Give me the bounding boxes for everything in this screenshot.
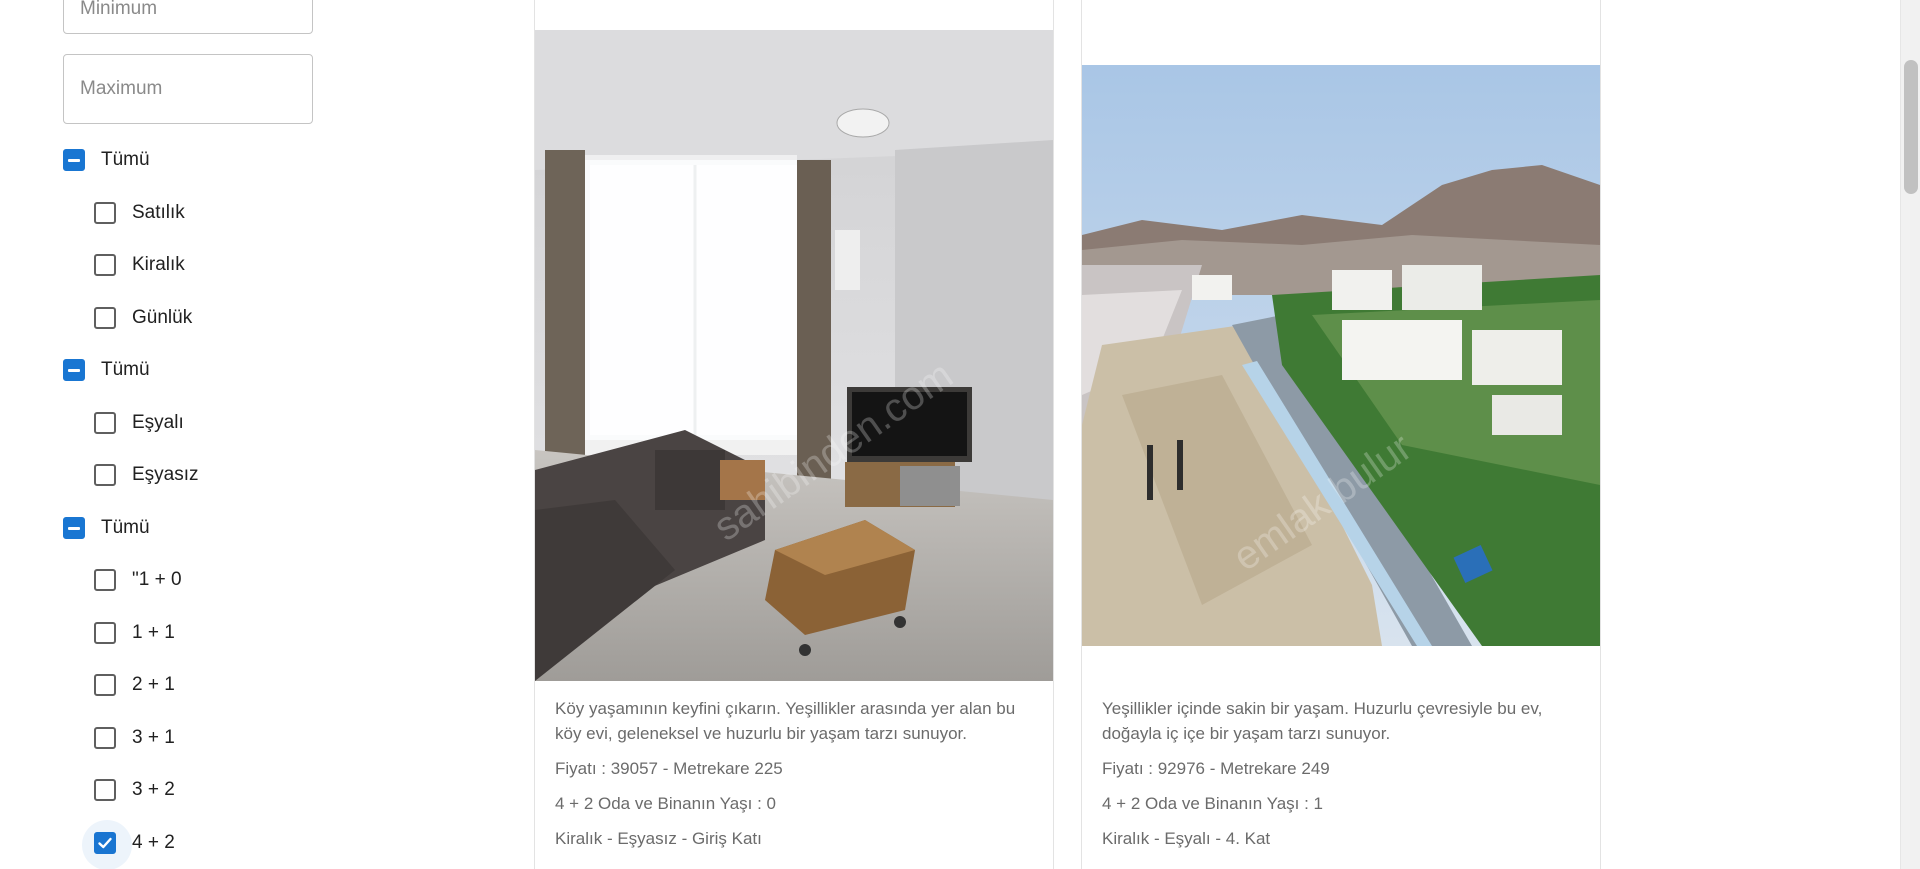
checkbox-label: 4 + 2 [132,832,175,853]
indeterminate-checkbox-icon [63,149,85,171]
rooms-all-checkbox[interactable]: Tümü [63,508,150,548]
checkbox-kiralik[interactable]: Kiralık [94,245,185,285]
checkbox-icon [94,622,116,644]
listing-rooms-age: 4 + 2 Oda ve Binanın Yaşı : 1 [1102,794,1323,813]
scrollbar-thumb[interactable] [1904,60,1918,194]
listing-photo[interactable]: emlak bulur [1082,65,1600,646]
checkbox-icon [94,307,116,329]
listing-description: Yeşillikler içinde sakin bir yaşam. Huzu… [1102,699,1543,743]
checkbox-label: Tümü [101,359,150,380]
checkbox-icon [94,412,116,434]
listing-photo[interactable]: sahibinden.com [535,30,1053,681]
page-scrollbar[interactable] [1900,0,1920,869]
checkbox-label: Günlük [132,307,193,328]
checkbox-label: 3 + 1 [132,727,175,748]
checkbox-label: Eşyasız [132,464,199,485]
price-min-placeholder: Minimum [80,0,158,19]
listing-price-area: Fiyatı : 92976 - Metrekare 249 [1102,759,1330,778]
checkbox-label: "1 + 0 [132,569,182,590]
listing-type-floor: Kiralık - Eşyalı - 4. Kat [1102,829,1271,848]
checkbox-label: Kiralık [132,254,185,275]
price-max-input[interactable]: Maximum [63,54,313,124]
checkbox-rooms-3-1[interactable]: 3 + 1 [94,718,175,758]
price-min-input[interactable]: Minimum [63,0,313,34]
price-max-placeholder: Maximum [80,78,163,99]
furnished-all-checkbox[interactable]: Tümü [63,350,150,390]
living-room-photo: sahibinden.com [535,30,1053,681]
checkbox-esyasiz[interactable]: Eşyasız [94,455,199,495]
indeterminate-checkbox-icon [63,517,85,539]
filter-sidebar: Minimum Maximum Tümü Satılık Kiralık Gün… [0,0,420,869]
checkbox-rooms-4-2[interactable]: 4 + 2 [82,820,175,869]
checkbox-rooms-1-1[interactable]: 1 + 1 [94,613,175,653]
checkbox-icon [94,674,116,696]
listing-type-all-checkbox[interactable]: Tümü [63,140,150,180]
indeterminate-checkbox-icon [63,359,85,381]
checkbox-esyali[interactable]: Eşyalı [94,403,184,443]
coastal-aerial-photo: emlak bulur [1082,65,1600,646]
checkbox-icon [94,569,116,591]
listing-rooms-age: 4 + 2 Oda ve Binanın Yaşı : 0 [555,794,776,813]
checkbox-icon [94,464,116,486]
checkbox-label: Eşyalı [132,412,184,433]
checked-checkbox-icon [82,820,132,869]
listing-type-floor: Kiralık - Eşyasız - Giriş Katı [555,829,762,848]
listing-info: Köy yaşamının keyfini çıkarın. Yeşillikl… [555,696,1035,861]
listing-card[interactable]: sahibinden.com Köy yaşamının keyfini çık… [534,0,1054,869]
listing-info: Yeşillikler içinde sakin bir yaşam. Huzu… [1102,696,1582,861]
checkbox-rooms-2-1[interactable]: 2 + 1 [94,665,175,705]
checkbox-label: Satılık [132,202,185,223]
checkbox-icon [94,779,116,801]
listing-description: Köy yaşamının keyfini çıkarın. Yeşillikl… [555,699,1016,743]
checkbox-icon [94,254,116,276]
checkbox-label: 2 + 1 [132,674,175,695]
checkbox-gunluk[interactable]: Günlük [94,298,192,338]
checkbox-icon [94,202,116,224]
checkbox-satilik[interactable]: Satılık [94,193,185,233]
checkbox-icon [94,727,116,749]
checkbox-label: Tümü [101,149,150,170]
checkbox-rooms-3-2[interactable]: 3 + 2 [94,770,175,810]
checkbox-label: 1 + 1 [132,622,175,643]
checkbox-rooms-1-0[interactable]: "1 + 0 [94,560,182,600]
checkbox-label: 3 + 2 [132,779,175,800]
listing-card[interactable]: emlak bulur Yeşillikler içinde sakin bir… [1081,0,1601,869]
checkbox-label: Tümü [101,517,150,538]
listing-price-area: Fiyatı : 39057 - Metrekare 225 [555,759,783,778]
